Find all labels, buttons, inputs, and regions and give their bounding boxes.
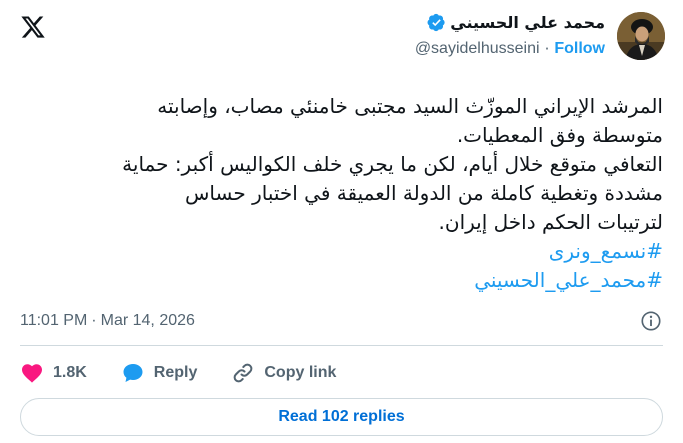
- tweet-line: التعافي متوقع خلال أيام، لكن ما يجري خلف…: [122, 152, 663, 176]
- reply-label: Reply: [153, 364, 198, 381]
- like-button[interactable]: 1.8K: [20, 361, 87, 385]
- tweet-line: لترتيبات الحكم داخل إيران.: [438, 210, 663, 234]
- avatar-image: [617, 12, 665, 60]
- x-logo-icon[interactable]: [20, 14, 46, 40]
- tweet-line: متوسطة وفق المعطيات.: [456, 123, 663, 147]
- follow-button[interactable]: Follow: [554, 40, 605, 58]
- heart-icon: [22, 364, 42, 383]
- author-display-name[interactable]: محمد علي الحسيني: [450, 13, 605, 32]
- author-handle[interactable]: @sayidelhusseini: [415, 40, 540, 58]
- verified-badge-icon: [427, 13, 445, 31]
- tweet-time: 11:01 PM: [20, 312, 88, 329]
- copy-link-button[interactable]: Copy link: [231, 361, 336, 385]
- read-replies-label: Read 102 replies: [278, 408, 405, 425]
- divider: [20, 345, 663, 346]
- like-count: 1.8K: [53, 364, 87, 381]
- avatar[interactable]: [617, 12, 665, 60]
- read-replies-button[interactable]: Read 102 replies: [20, 398, 663, 436]
- handle-row: @sayidelhusseini · Follow: [415, 36, 605, 62]
- tweet-date: Mar 14, 2026: [100, 312, 195, 329]
- tweet-timestamp[interactable]: 11:01 PM · Mar 14, 2026: [20, 312, 195, 330]
- timestamp-separator: ·: [91, 312, 97, 329]
- hashtag-link[interactable]: #نسمع_ونرى: [549, 239, 663, 263]
- name-row: محمد علي الحسيني: [427, 8, 605, 36]
- link-icon: [234, 363, 253, 383]
- handle-separator: ·: [544, 40, 550, 58]
- reply-button[interactable]: Reply: [121, 361, 198, 385]
- hashtag-link[interactable]: #محمد_علي_الحسيني: [474, 268, 663, 292]
- tweet-line: مشددة وتغطية كاملة من الدولة العميقة في …: [185, 181, 663, 205]
- copy-link-label: Copy link: [264, 364, 337, 381]
- speech-bubble-icon: [123, 364, 143, 382]
- author-info: محمد علي الحسيني @sayidelhusseini · Foll…: [415, 8, 605, 62]
- tweet-line: المرشد الإيراني الموزّث السيد مجتبى خامن…: [157, 94, 663, 118]
- action-bar: 1.8K Reply Copy link: [20, 358, 370, 388]
- tweet-text: المرشد الإيراني الموزّث السيد مجتبى خامن…: [23, 92, 663, 295]
- tweet-header: محمد علي الحسيني @sayidelhusseini · Foll…: [415, 8, 665, 62]
- info-icon[interactable]: [640, 310, 662, 332]
- tweet-card: محمد علي الحسيني @sayidelhusseini · Foll…: [0, 0, 683, 443]
